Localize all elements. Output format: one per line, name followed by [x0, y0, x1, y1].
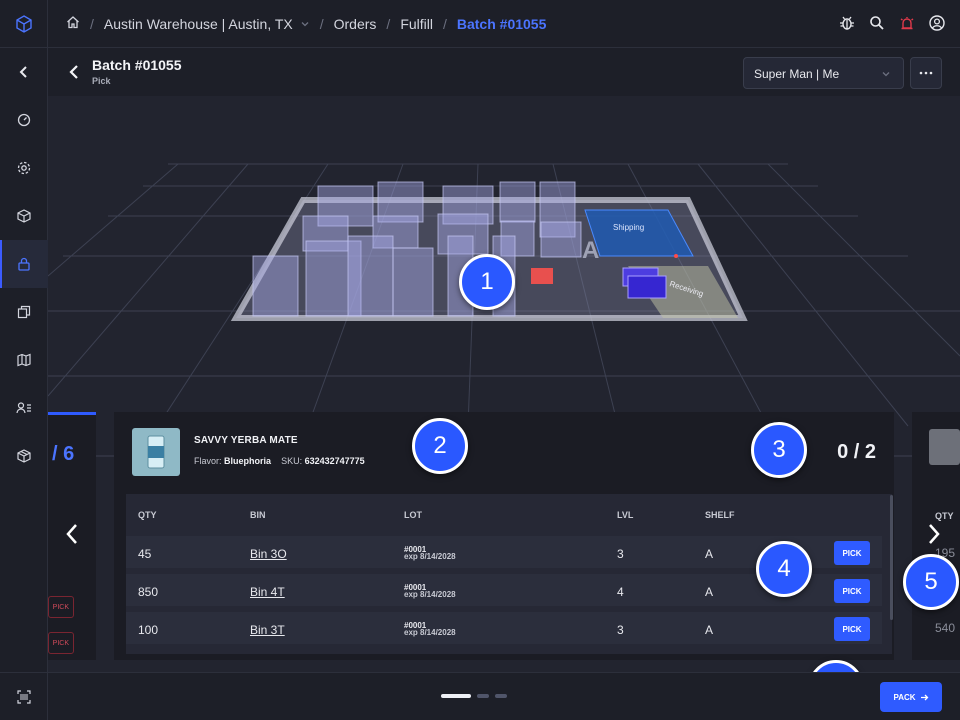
- page-title: Batch #01055: [92, 57, 182, 73]
- annotation-badge-2: 2: [412, 418, 468, 474]
- arrow-right-icon: [920, 694, 928, 700]
- app-logo-icon[interactable]: [0, 0, 48, 48]
- row-shelf: A: [705, 623, 714, 637]
- next-item-arrow-icon[interactable]: [926, 522, 942, 551]
- home-icon[interactable]: [66, 15, 80, 32]
- annotation-badge-1: 1: [459, 254, 515, 310]
- flavor-value: Bluephoria: [224, 456, 272, 466]
- user-select[interactable]: Super Man | Me: [743, 57, 904, 89]
- row-lvl: 3: [617, 547, 624, 561]
- breadcrumb-orders[interactable]: Orders: [334, 16, 377, 32]
- previous-card-accent: [48, 412, 96, 415]
- barcode-scan-icon[interactable]: [0, 672, 48, 720]
- alarm-icon[interactable]: [898, 14, 916, 37]
- sku-label: SKU:: [281, 456, 303, 466]
- top-bar: / Austin Warehouse | Austin, TX / Orders…: [48, 0, 960, 48]
- pick-count: 0 / 2: [837, 441, 876, 463]
- aisle-label: A: [582, 237, 599, 264]
- sidebar: [0, 0, 48, 720]
- pagination-dots: [441, 694, 507, 698]
- next-card-product-image: [929, 429, 960, 465]
- column-header-lot: LOT: [404, 510, 422, 520]
- back-arrow-icon[interactable]: [68, 64, 82, 85]
- table-scrollbar[interactable]: [890, 495, 893, 620]
- package-icon[interactable]: [0, 432, 48, 480]
- annotation-badge-5: 5: [903, 554, 959, 610]
- search-icon[interactable]: [868, 14, 886, 37]
- row-shelf: A: [705, 547, 714, 561]
- page-dot[interactable]: [477, 694, 489, 698]
- breadcrumb: / Austin Warehouse | Austin, TX / Orders…: [66, 15, 546, 32]
- chevron-down-icon[interactable]: [300, 16, 310, 32]
- pack-button[interactable]: PACK: [880, 682, 942, 712]
- row-bin-link[interactable]: Bin 3O: [250, 547, 287, 561]
- more-dots-icon: [919, 71, 933, 75]
- product-meta: Flavor: Bluephoria SKU: 632432747775: [194, 456, 365, 466]
- row-lvl: 3: [617, 623, 624, 637]
- breadcrumb-separator: /: [90, 15, 94, 32]
- row-qty: 850: [138, 585, 159, 599]
- breadcrumb-separator: /: [386, 15, 391, 32]
- previous-item-arrow-icon[interactable]: [64, 522, 80, 551]
- page-header: Batch #01055 Pick Super Man | Me: [48, 48, 960, 96]
- row-exp: exp 8/14/2028: [404, 590, 456, 599]
- pack-button-label: PACK: [893, 692, 916, 702]
- chevron-down-icon: [881, 68, 891, 82]
- flavor-label: Flavor:: [194, 456, 222, 466]
- pick-button[interactable]: PICK: [834, 617, 870, 641]
- row-qty: 45: [138, 547, 152, 561]
- copy-icon[interactable]: [0, 288, 48, 336]
- breadcrumb-separator: /: [442, 15, 447, 32]
- map-icon[interactable]: [0, 336, 48, 384]
- page-subtitle: Pick: [92, 76, 111, 86]
- column-header-qty: QTY: [138, 510, 157, 520]
- row-lvl: 4: [617, 585, 624, 599]
- column-header-bin: BIN: [250, 510, 266, 520]
- user-select-value: Super Man | Me: [754, 67, 840, 81]
- breadcrumb-current: Batch #01055: [456, 15, 547, 32]
- top-icons: [838, 14, 946, 37]
- column-header-lvl: LVL: [617, 510, 634, 520]
- sidebar-collapse-icon[interactable]: [0, 48, 48, 96]
- row-bin-link[interactable]: Bin 4T: [250, 585, 285, 599]
- settings-icon[interactable]: [0, 144, 48, 192]
- next-card-qty: 540: [935, 621, 956, 635]
- pick-button[interactable]: PICK: [834, 579, 870, 603]
- zone-shipping-label: Shipping: [613, 223, 644, 232]
- previous-card-count: / 6: [52, 443, 75, 465]
- account-icon[interactable]: [928, 14, 946, 37]
- page-dot[interactable]: [495, 694, 507, 698]
- footer-bar: PACK: [48, 672, 960, 720]
- next-card-qty-header: QTY: [935, 511, 954, 521]
- annotation-badge-4: 4: [756, 541, 812, 597]
- more-options-button[interactable]: [910, 57, 942, 89]
- previous-card-pick-button[interactable]: PICK: [48, 596, 74, 618]
- dashboard-icon[interactable]: [0, 96, 48, 144]
- row-exp: exp 8/14/2028: [404, 628, 456, 637]
- bug-icon[interactable]: [838, 14, 856, 37]
- previous-card-pick-button[interactable]: PICK: [48, 632, 74, 654]
- users-list-icon[interactable]: [0, 384, 48, 432]
- breadcrumb-warehouse[interactable]: Austin Warehouse | Austin, TX: [104, 16, 293, 32]
- breadcrumb-separator: /: [319, 15, 324, 32]
- annotation-badge-3: 3: [751, 422, 807, 478]
- product-image: [132, 428, 180, 476]
- row-qty: 100: [138, 623, 159, 637]
- box-icon[interactable]: [0, 192, 48, 240]
- row-bin-link[interactable]: Bin 3T: [250, 623, 285, 637]
- product-name: SAVVY YERBA MATE: [194, 435, 298, 446]
- pick-button[interactable]: PICK: [834, 541, 870, 565]
- sku-value: 632432747775: [304, 456, 365, 466]
- row-shelf: A: [705, 585, 714, 599]
- page-dot-active[interactable]: [441, 694, 471, 698]
- lock-icon[interactable]: [0, 240, 48, 288]
- column-header-shelf: SHELF: [705, 510, 735, 520]
- row-exp: exp 8/14/2028: [404, 552, 456, 561]
- breadcrumb-fulfill[interactable]: Fulfill: [400, 16, 433, 32]
- table-row[interactable]: 100 Bin 3T #0001 exp 8/14/2028 3 A PICK: [126, 612, 882, 646]
